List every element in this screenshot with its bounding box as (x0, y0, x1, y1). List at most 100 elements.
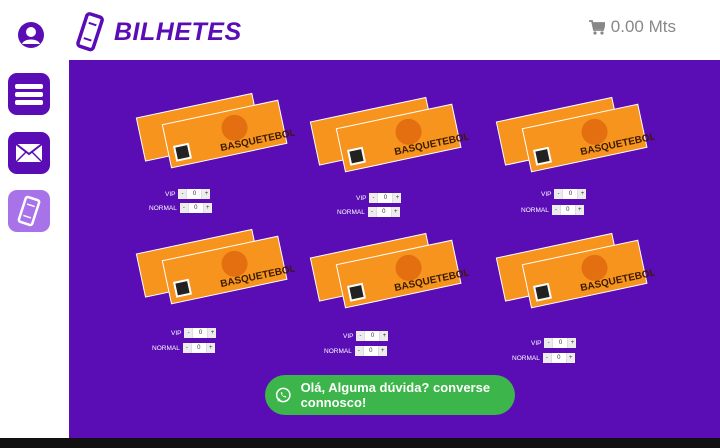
decrease-button[interactable]: - (356, 331, 365, 341)
quantity-value[interactable]: 0 (562, 189, 579, 199)
ticket-image: BASQUETEBOL (495, 96, 655, 176)
vip-row: VIP - 0 + (171, 327, 217, 339)
quantity-value[interactable]: 0 (375, 207, 392, 217)
mail-icon (15, 143, 43, 163)
increase-button[interactable]: + (378, 346, 387, 356)
decrease-button[interactable]: - (367, 207, 376, 217)
sidebar-item-tickets[interactable] (8, 190, 50, 232)
sidebar-item-menu[interactable] (8, 73, 50, 115)
user-icon[interactable] (16, 20, 46, 50)
menu-icon (15, 84, 43, 105)
vip-label: VIP (171, 329, 182, 337)
normal-row: NORMAL - 0 + (324, 345, 387, 357)
decrease-button[interactable]: - (369, 193, 378, 203)
quantity-value[interactable]: 0 (364, 331, 381, 341)
quantity-value[interactable]: 0 (552, 338, 569, 348)
decrease-button[interactable]: - (554, 189, 563, 199)
increase-button[interactable]: + (203, 203, 212, 213)
decrease-button[interactable]: - (182, 343, 191, 353)
vip-row: VIP - 0 + (531, 337, 577, 349)
ticket-image: BASQUETEBOL (309, 96, 469, 176)
decrease-button[interactable]: - (184, 328, 193, 338)
ticket-image: BASQUETEBOL (135, 228, 295, 308)
normal-quantity-stepper[interactable]: - 0 + (367, 207, 400, 217)
increase-button[interactable]: + (393, 193, 402, 203)
quantity-value[interactable]: 0 (377, 193, 394, 203)
vip-label: VIP (165, 190, 176, 198)
quantity-value[interactable]: 0 (362, 346, 379, 356)
vip-quantity-stepper[interactable]: - 0 + (554, 189, 587, 199)
normal-row: NORMAL - 0 + (149, 202, 212, 214)
vip-quantity-stepper[interactable]: - 0 + (356, 331, 389, 341)
decrease-button[interactable]: - (551, 205, 560, 215)
vip-label: VIP (356, 194, 367, 202)
sidebar (0, 60, 68, 438)
cart-total[interactable]: 0.00 Mts (588, 17, 676, 37)
normal-row: NORMAL - 0 + (521, 204, 584, 216)
vip-row: VIP - 0 + (541, 188, 587, 200)
ticket-graphic: BASQUETEBOL (135, 228, 295, 305)
decrease-button[interactable]: - (544, 338, 553, 348)
quantity-value[interactable]: 0 (192, 328, 209, 338)
normal-label: NORMAL (512, 354, 540, 362)
sidebar-item-messages[interactable] (8, 132, 50, 174)
increase-button[interactable]: + (208, 328, 217, 338)
normal-label: NORMAL (337, 208, 365, 216)
cart-icon (588, 19, 605, 35)
ticket-graphic: BASQUETEBOL (309, 96, 469, 173)
chat-button[interactable]: Olá, Alguma dúvida? converse connosco! (265, 375, 515, 415)
vip-quantity-stepper[interactable]: - 0 + (184, 328, 217, 338)
normal-row: NORMAL - 0 + (512, 352, 575, 364)
ticket-image: BASQUETEBOL (495, 232, 655, 312)
normal-quantity-stepper[interactable]: - 0 + (182, 343, 215, 353)
normal-label: NORMAL (324, 347, 352, 355)
increase-button[interactable]: + (391, 207, 400, 217)
normal-row: NORMAL - 0 + (152, 342, 215, 354)
vip-row: VIP - 0 + (165, 188, 211, 200)
increase-button[interactable]: + (380, 331, 389, 341)
decrease-button[interactable]: - (179, 203, 188, 213)
increase-button[interactable]: + (566, 353, 575, 363)
ticket-image: BASQUETEBOL (309, 232, 469, 312)
normal-label: NORMAL (149, 204, 177, 212)
decrease-button[interactable]: - (542, 353, 551, 363)
whatsapp-icon (275, 387, 291, 403)
normal-quantity-stepper[interactable]: - 0 + (354, 346, 387, 356)
ticket-graphic: BASQUETEBOL (495, 232, 655, 309)
vip-label: VIP (343, 332, 354, 340)
normal-label: NORMAL (152, 344, 180, 352)
ticket-graphic: BASQUETEBOL (495, 96, 655, 173)
quantity-value[interactable]: 0 (187, 203, 204, 213)
normal-quantity-stepper[interactable]: - 0 + (551, 205, 584, 215)
increase-button[interactable]: + (202, 189, 211, 199)
ticket-logo-icon (76, 12, 104, 52)
increase-button[interactable]: + (578, 189, 587, 199)
vip-quantity-stepper[interactable]: - 0 + (369, 193, 402, 203)
vip-label: VIP (531, 339, 542, 347)
cart-total-value: 0.00 Mts (610, 17, 676, 36)
vip-quantity-stepper[interactable]: - 0 + (544, 338, 577, 348)
quantity-value[interactable]: 0 (190, 343, 207, 353)
decrease-button[interactable]: - (354, 346, 363, 356)
increase-button[interactable]: + (575, 205, 584, 215)
normal-quantity-stepper[interactable]: - 0 + (179, 203, 212, 213)
normal-label: NORMAL (521, 206, 549, 214)
vip-quantity-stepper[interactable]: - 0 + (178, 189, 211, 199)
vip-label: VIP (541, 190, 552, 198)
ticket-graphic: BASQUETEBOL (309, 232, 469, 309)
page-title: BILHETES (114, 17, 242, 46)
vip-row: VIP - 0 + (356, 192, 402, 204)
brand: BILHETES (76, 12, 242, 52)
increase-button[interactable]: + (206, 343, 215, 353)
chat-text: Olá, Alguma dúvida? converse connosco! (300, 380, 491, 410)
quantity-value[interactable]: 0 (186, 189, 203, 199)
increase-button[interactable]: + (568, 338, 577, 348)
normal-row: NORMAL - 0 + (337, 206, 400, 218)
ticket-image: BASQUETEBOL (135, 92, 295, 172)
ticket-graphic: BASQUETEBOL (135, 92, 295, 169)
top-bar: BILHETES 0.00 Mts (0, 0, 720, 60)
normal-quantity-stepper[interactable]: - 0 + (542, 353, 575, 363)
quantity-value[interactable]: 0 (559, 205, 576, 215)
decrease-button[interactable]: - (178, 189, 187, 199)
quantity-value[interactable]: 0 (550, 353, 567, 363)
